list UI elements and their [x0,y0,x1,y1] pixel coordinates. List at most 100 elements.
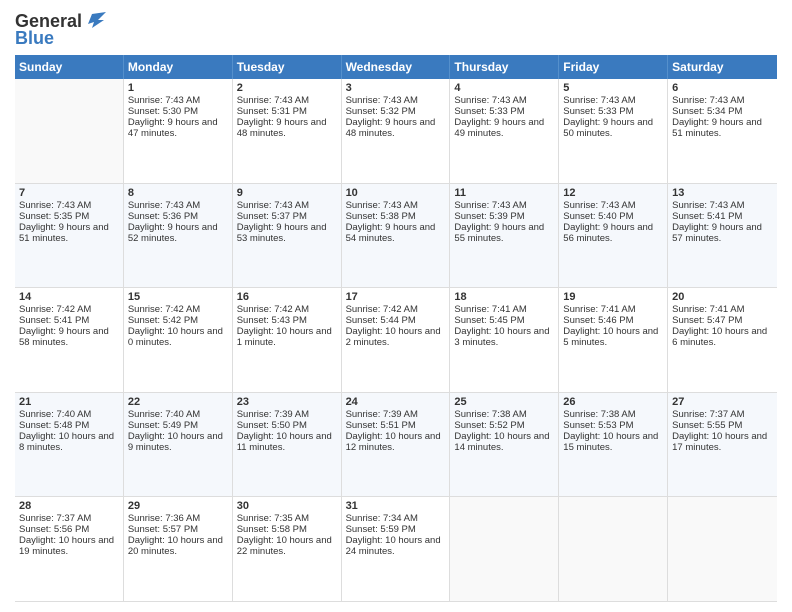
daylight-text: Daylight: 10 hours and 14 minutes. [454,431,549,453]
weekday-header-monday: Monday [124,55,233,79]
day-number: 7 [19,187,119,199]
sunrise-text: Sunrise: 7:41 AM [672,304,744,315]
sunrise-text: Sunrise: 7:39 AM [346,409,418,420]
cal-cell-5-2: 29Sunrise: 7:36 AMSunset: 5:57 PMDayligh… [124,497,233,601]
sunrise-text: Sunrise: 7:38 AM [454,409,526,420]
daylight-text: Daylight: 9 hours and 55 minutes. [454,222,544,244]
day-number: 30 [237,500,337,512]
cal-cell-1-6: 5Sunrise: 7:43 AMSunset: 5:33 PMDaylight… [559,79,668,183]
daylight-text: Daylight: 9 hours and 52 minutes. [128,222,218,244]
sunrise-text: Sunrise: 7:43 AM [563,200,635,211]
sunrise-text: Sunrise: 7:43 AM [672,95,744,106]
day-number: 25 [454,396,554,408]
weekday-header-tuesday: Tuesday [233,55,342,79]
day-number: 21 [19,396,119,408]
cal-cell-3-1: 14Sunrise: 7:42 AMSunset: 5:41 PMDayligh… [15,288,124,392]
cal-cell-1-3: 2Sunrise: 7:43 AMSunset: 5:31 PMDaylight… [233,79,342,183]
daylight-text: Daylight: 10 hours and 2 minutes. [346,326,441,348]
cal-cell-1-7: 6Sunrise: 7:43 AMSunset: 5:34 PMDaylight… [668,79,777,183]
sunset-text: Sunset: 5:42 PM [128,315,198,326]
day-number: 26 [563,396,663,408]
sunrise-text: Sunrise: 7:43 AM [454,95,526,106]
daylight-text: Daylight: 10 hours and 20 minutes. [128,535,223,557]
weekday-header-wednesday: Wednesday [342,55,451,79]
sunrise-text: Sunrise: 7:43 AM [454,200,526,211]
cal-cell-2-7: 13Sunrise: 7:43 AMSunset: 5:41 PMDayligh… [668,184,777,288]
day-number: 3 [346,82,446,94]
sunset-text: Sunset: 5:33 PM [454,106,524,117]
day-number: 24 [346,396,446,408]
cal-cell-5-7 [668,497,777,601]
sunrise-text: Sunrise: 7:43 AM [346,200,418,211]
cal-cell-5-3: 30Sunrise: 7:35 AMSunset: 5:58 PMDayligh… [233,497,342,601]
sunrise-text: Sunrise: 7:42 AM [19,304,91,315]
daylight-text: Daylight: 10 hours and 0 minutes. [128,326,223,348]
sunrise-text: Sunrise: 7:43 AM [237,95,309,106]
sunset-text: Sunset: 5:40 PM [563,211,633,222]
cal-cell-1-2: 1Sunrise: 7:43 AMSunset: 5:30 PMDaylight… [124,79,233,183]
daylight-text: Daylight: 9 hours and 47 minutes. [128,117,218,139]
sunrise-text: Sunrise: 7:43 AM [128,95,200,106]
sunset-text: Sunset: 5:32 PM [346,106,416,117]
calendar: SundayMondayTuesdayWednesdayThursdayFrid… [15,55,777,602]
daylight-text: Daylight: 10 hours and 12 minutes. [346,431,441,453]
sunset-text: Sunset: 5:56 PM [19,524,89,535]
sunset-text: Sunset: 5:46 PM [563,315,633,326]
daylight-text: Daylight: 9 hours and 51 minutes. [672,117,762,139]
cal-cell-3-4: 17Sunrise: 7:42 AMSunset: 5:44 PMDayligh… [342,288,451,392]
header: General Blue [15,10,777,49]
day-number: 22 [128,396,228,408]
day-number: 13 [672,187,773,199]
sunset-text: Sunset: 5:47 PM [672,315,742,326]
sunset-text: Sunset: 5:43 PM [237,315,307,326]
sunset-text: Sunset: 5:44 PM [346,315,416,326]
sunrise-text: Sunrise: 7:37 AM [672,409,744,420]
daylight-text: Daylight: 9 hours and 48 minutes. [346,117,436,139]
daylight-text: Daylight: 10 hours and 1 minute. [237,326,332,348]
cal-cell-4-4: 24Sunrise: 7:39 AMSunset: 5:51 PMDayligh… [342,393,451,497]
sunset-text: Sunset: 5:41 PM [19,315,89,326]
cal-cell-4-1: 21Sunrise: 7:40 AMSunset: 5:48 PMDayligh… [15,393,124,497]
day-number: 10 [346,187,446,199]
daylight-text: Daylight: 10 hours and 15 minutes. [563,431,658,453]
weekday-header-sunday: Sunday [15,55,124,79]
week-row-3: 14Sunrise: 7:42 AMSunset: 5:41 PMDayligh… [15,288,777,393]
weekday-header-saturday: Saturday [668,55,777,79]
daylight-text: Daylight: 10 hours and 8 minutes. [19,431,114,453]
cal-cell-2-5: 11Sunrise: 7:43 AMSunset: 5:39 PMDayligh… [450,184,559,288]
daylight-text: Daylight: 10 hours and 5 minutes. [563,326,658,348]
day-number: 29 [128,500,228,512]
day-number: 16 [237,291,337,303]
cal-cell-4-7: 27Sunrise: 7:37 AMSunset: 5:55 PMDayligh… [668,393,777,497]
sunset-text: Sunset: 5:37 PM [237,211,307,222]
sunset-text: Sunset: 5:50 PM [237,420,307,431]
daylight-text: Daylight: 9 hours and 51 minutes. [19,222,109,244]
sunset-text: Sunset: 5:34 PM [672,106,742,117]
logo: General Blue [15,10,106,49]
sunset-text: Sunset: 5:39 PM [454,211,524,222]
cal-cell-2-6: 12Sunrise: 7:43 AMSunset: 5:40 PMDayligh… [559,184,668,288]
cal-cell-4-5: 25Sunrise: 7:38 AMSunset: 5:52 PMDayligh… [450,393,559,497]
sunrise-text: Sunrise: 7:42 AM [128,304,200,315]
daylight-text: Daylight: 9 hours and 49 minutes. [454,117,544,139]
sunrise-text: Sunrise: 7:40 AM [19,409,91,420]
cal-cell-3-2: 15Sunrise: 7:42 AMSunset: 5:42 PMDayligh… [124,288,233,392]
cal-cell-2-1: 7Sunrise: 7:43 AMSunset: 5:35 PMDaylight… [15,184,124,288]
sunset-text: Sunset: 5:48 PM [19,420,89,431]
day-number: 15 [128,291,228,303]
daylight-text: Daylight: 10 hours and 22 minutes. [237,535,332,557]
cal-cell-2-3: 9Sunrise: 7:43 AMSunset: 5:37 PMDaylight… [233,184,342,288]
sunrise-text: Sunrise: 7:43 AM [346,95,418,106]
sunset-text: Sunset: 5:57 PM [128,524,198,535]
sunrise-text: Sunrise: 7:37 AM [19,513,91,524]
day-number: 5 [563,82,663,94]
sunrise-text: Sunrise: 7:40 AM [128,409,200,420]
sunset-text: Sunset: 5:41 PM [672,211,742,222]
calendar-body: 1Sunrise: 7:43 AMSunset: 5:30 PMDaylight… [15,79,777,602]
cal-cell-3-6: 19Sunrise: 7:41 AMSunset: 5:46 PMDayligh… [559,288,668,392]
sunrise-text: Sunrise: 7:43 AM [128,200,200,211]
daylight-text: Daylight: 9 hours and 48 minutes. [237,117,327,139]
cal-cell-3-5: 18Sunrise: 7:41 AMSunset: 5:45 PMDayligh… [450,288,559,392]
daylight-text: Daylight: 10 hours and 19 minutes. [19,535,114,557]
calendar-header: SundayMondayTuesdayWednesdayThursdayFrid… [15,55,777,79]
